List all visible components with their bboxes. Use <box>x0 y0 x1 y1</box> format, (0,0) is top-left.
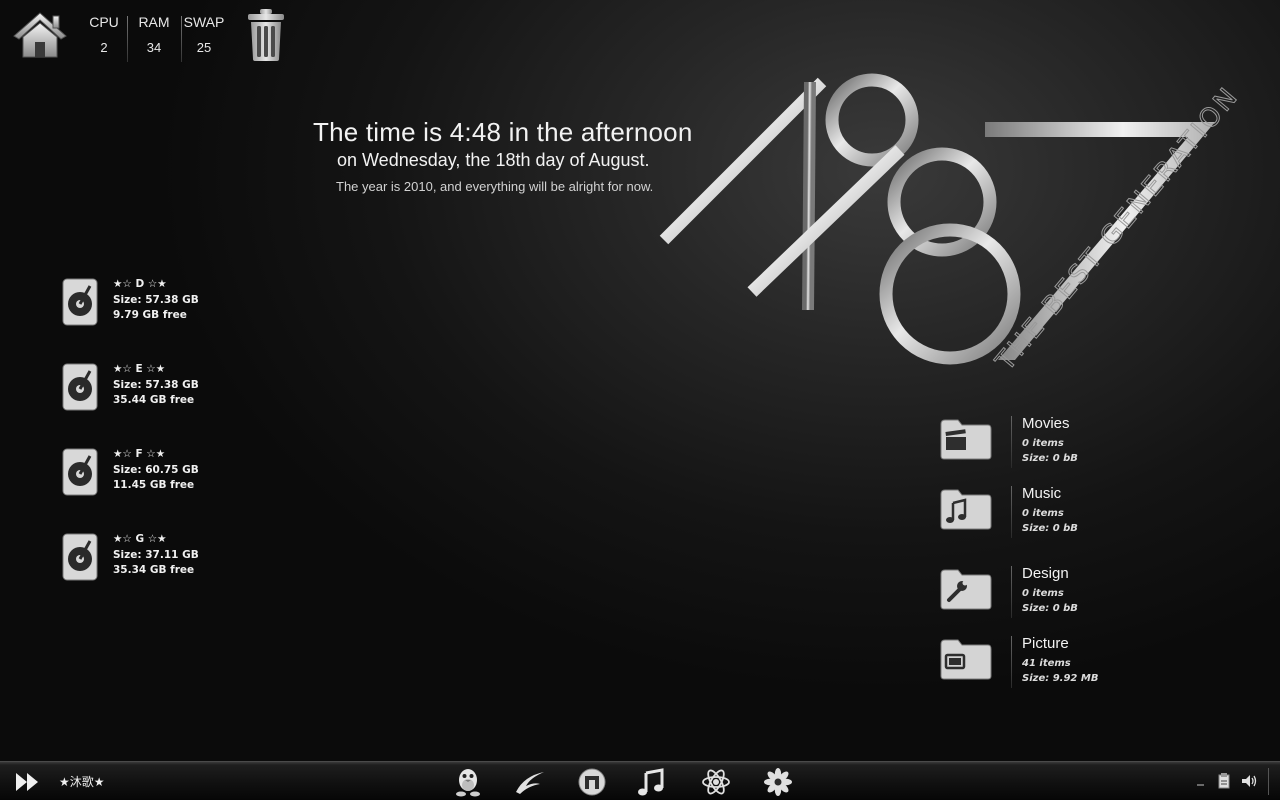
folder-design[interactable]: Design 0 items Size: 0 bB <box>940 565 1140 628</box>
divider <box>1011 636 1012 688</box>
swap-monitor: SWAP 25 <box>183 14 225 55</box>
folder-name: Music <box>1022 485 1062 502</box>
screen-icon <box>940 638 992 680</box>
ram-value: 34 <box>146 40 162 55</box>
drive-f[interactable]: ★☆ F ☆★ Size: 60.75 GB 11.45 GB free <box>62 448 262 500</box>
hard-drive-icon <box>62 533 98 581</box>
drive-d[interactable]: ★☆ D ☆★ Size: 57.38 GB 9.79 GB free <box>62 278 262 330</box>
trash-icon[interactable] <box>246 8 286 62</box>
hard-drive-icon <box>62 448 98 496</box>
hard-drive-icon <box>62 363 98 411</box>
drive-free: 35.34 GB free <box>113 564 195 576</box>
clock-time-text: The time is 4:48 in the afternoon <box>313 117 693 147</box>
ram-monitor: RAM 34 <box>136 14 172 55</box>
divider <box>127 16 128 62</box>
folder-size: Size: 9.92 MB <box>1022 673 1099 684</box>
folder-name: Movies <box>1022 415 1070 432</box>
drive-name: ★☆ G ☆★ <box>113 533 167 545</box>
divider <box>1011 486 1012 538</box>
music-player-icon[interactable] <box>636 766 668 798</box>
flower-icon[interactable] <box>762 766 794 798</box>
ram-label: RAM <box>138 14 170 30</box>
music-note-icon <box>940 488 992 530</box>
clapperboard-icon <box>940 418 992 460</box>
volume-icon[interactable] <box>1240 772 1258 790</box>
desktop: CPU 2 RAM 34 SWAP 25 The time is 4:48 in… <box>0 0 1280 800</box>
minimize-tray-icon[interactable] <box>1196 772 1206 790</box>
wallpaper-logo-graphic: THE BEST GENERATION <box>659 73 1246 378</box>
drive-free: 11.45 GB free <box>113 479 195 491</box>
drive-free: 9.79 GB free <box>113 309 187 321</box>
drive-size: Size: 60.75 GB <box>113 463 199 476</box>
wallpaper-logo: THE BEST GENERATION <box>640 60 1280 400</box>
folder-size: Size: 0 bB <box>1022 453 1078 464</box>
qq-penguin-icon[interactable] <box>452 766 484 798</box>
folder-size: Size: 0 bB <box>1022 603 1078 614</box>
divider <box>1268 768 1269 795</box>
folder-picture[interactable]: Picture 41 items Size: 9.92 MB <box>940 635 1140 698</box>
clipboard-tray-icon[interactable] <box>1216 772 1232 790</box>
user-label: ★沐歌★ <box>59 775 105 789</box>
clock-widget: The time is 4:48 in the afternoon on Wed… <box>313 117 693 194</box>
swift-bird-icon[interactable] <box>514 766 546 798</box>
folder-movies[interactable]: Movies 0 items Size: 0 bB <box>940 415 1140 478</box>
drive-name: ★☆ F ☆★ <box>113 448 166 460</box>
folder-item-count: 41 items <box>1022 658 1071 669</box>
drive-e[interactable]: ★☆ E ☆★ Size: 57.38 GB 35.44 GB free <box>62 363 262 415</box>
wrench-icon <box>940 568 992 610</box>
taskbar: ★沐歌★ <box>0 761 1280 800</box>
home-icon[interactable] <box>12 10 68 60</box>
swap-value: 25 <box>196 40 212 55</box>
folder-music[interactable]: Music 0 items Size: 0 bB <box>940 485 1140 548</box>
divider <box>1011 566 1012 618</box>
cpu-label: CPU <box>89 14 119 30</box>
cpu-monitor: CPU 2 <box>88 14 120 55</box>
start-button[interactable] <box>14 770 42 794</box>
maxthon-browser-icon[interactable] <box>576 766 608 798</box>
folder-name: Design <box>1022 565 1069 582</box>
folder-item-count: 0 items <box>1022 438 1064 449</box>
drive-size: Size: 57.38 GB <box>113 378 199 391</box>
drive-size: Size: 57.38 GB <box>113 293 199 306</box>
divider <box>181 16 182 62</box>
drive-size: Size: 37.11 GB <box>113 548 199 561</box>
drive-free: 35.44 GB free <box>113 394 195 406</box>
drive-name: ★☆ D ☆★ <box>113 278 167 290</box>
fast-forward-icon <box>16 773 38 791</box>
cpu-value: 2 <box>100 40 108 55</box>
folder-size: Size: 0 bB <box>1022 523 1078 534</box>
drive-g[interactable]: ★☆ G ☆★ Size: 37.11 GB 35.34 GB free <box>62 533 262 585</box>
folder-name: Picture <box>1022 635 1069 652</box>
swap-label: SWAP <box>183 14 225 30</box>
atom-icon[interactable] <box>700 766 732 798</box>
folder-item-count: 0 items <box>1022 508 1064 519</box>
folder-item-count: 0 items <box>1022 588 1064 599</box>
divider <box>1011 416 1012 468</box>
hard-drive-icon <box>62 278 98 326</box>
drive-name: ★☆ E ☆★ <box>113 363 166 375</box>
